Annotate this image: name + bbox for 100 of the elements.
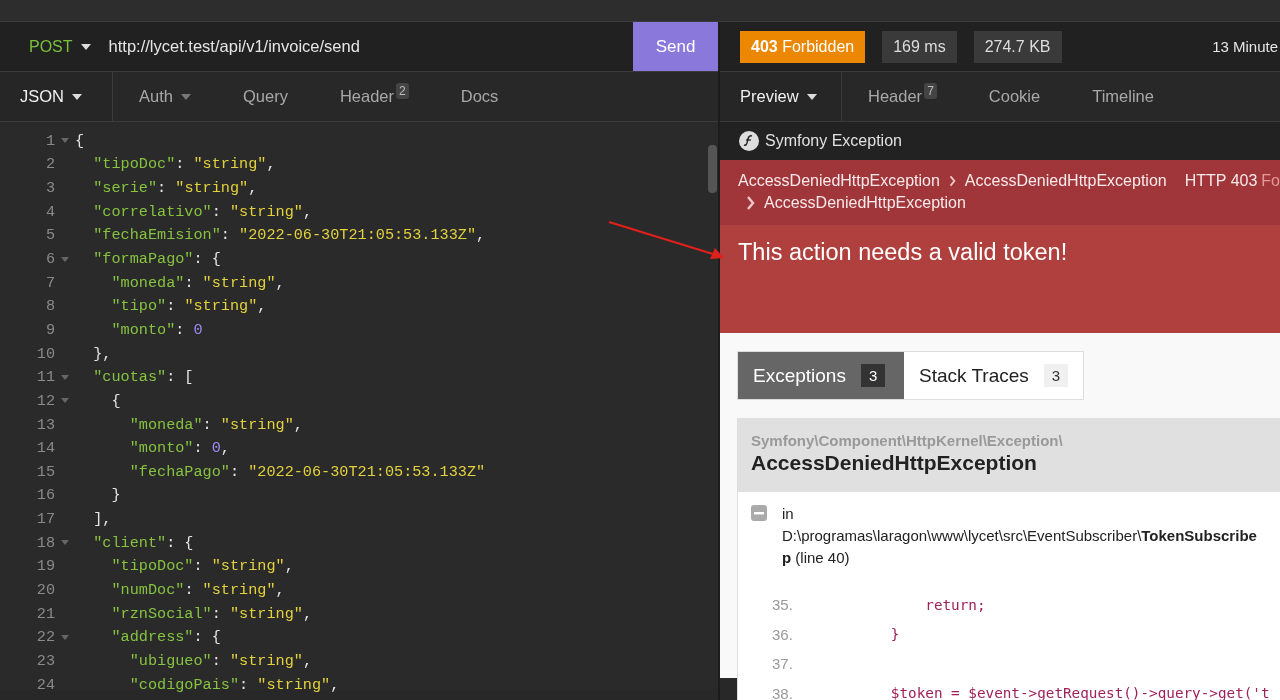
url-field[interactable]: http://lycet.test/api/v1/invoice/send bbox=[100, 37, 633, 56]
fold-icon bbox=[61, 138, 69, 144]
code-line: "tipoDoc": "string", bbox=[110, 557, 294, 576]
file-location: in bbox=[782, 504, 795, 524]
code-line: "fechaPago": "2022-06-30T21:05:53.133Z" bbox=[128, 462, 486, 481]
line-number: 14 bbox=[35, 439, 55, 458]
exception-message: This action needs a valid token! bbox=[738, 239, 1069, 266]
response-age: 13 Minute bbox=[1212, 38, 1278, 55]
line-number: 11 bbox=[35, 368, 55, 387]
caret-icon bbox=[180, 93, 191, 100]
line-number: 18 bbox=[35, 533, 55, 552]
count-badge: 7 bbox=[924, 82, 937, 99]
line-number: 38. bbox=[772, 684, 794, 700]
code-line: "ubigueo": "string", bbox=[128, 651, 312, 670]
code-line: } bbox=[889, 626, 900, 643]
code-line: return; bbox=[924, 596, 986, 613]
code-line: "client": { bbox=[92, 533, 194, 552]
count-badge: 2 bbox=[396, 82, 409, 99]
http-code: HTTP 403 bbox=[1184, 172, 1258, 190]
code-line: { bbox=[75, 131, 85, 150]
status-badge: 403 Forbidden bbox=[740, 30, 866, 63]
line-number: 36. bbox=[772, 625, 794, 643]
line-number: 6 bbox=[44, 250, 55, 268]
line-number: 20 bbox=[35, 581, 55, 599]
fold-icon bbox=[61, 634, 69, 640]
tab[interactable]: Header 2 bbox=[313, 72, 435, 121]
file-location: p (line 40) bbox=[782, 548, 851, 568]
code-line: ], bbox=[92, 510, 112, 529]
line-number: 17 bbox=[35, 510, 55, 529]
code-line: "cuotas": [ bbox=[92, 368, 194, 387]
line-number: 9 bbox=[44, 320, 55, 339]
collapse-icon bbox=[751, 505, 767, 521]
code-line: "moneda": "string", bbox=[128, 415, 303, 434]
breadcrumb-link[interactable]: AccessDeniedHttpException bbox=[738, 172, 940, 190]
line-number: 7 bbox=[44, 273, 55, 292]
tab[interactable]: Docs bbox=[434, 72, 525, 121]
size-badge: 274.7 KB bbox=[973, 30, 1062, 63]
line-number: 3 bbox=[44, 179, 55, 198]
line-number: 35. bbox=[772, 596, 794, 614]
tab[interactable]: Header 7 bbox=[842, 72, 963, 121]
code-line: "serie": "string", bbox=[92, 179, 258, 198]
line-number: 13 bbox=[35, 415, 55, 434]
exception-namespace: Symfony\Component\HttpKernel\Exception\ bbox=[751, 432, 1064, 449]
header-title: Symfony Exception bbox=[765, 132, 902, 150]
line-number: 24 bbox=[35, 675, 55, 694]
symfony-logo-icon bbox=[739, 131, 759, 151]
code-line: "rznSocial": "string", bbox=[110, 604, 312, 623]
scrollbar-thumb[interactable] bbox=[708, 145, 717, 193]
count-badge: 3 bbox=[1043, 364, 1069, 387]
line-number: 37. bbox=[772, 655, 794, 673]
fold-icon bbox=[61, 256, 69, 262]
code-line: "codigoPais": "string", bbox=[128, 675, 340, 694]
tab[interactable]: Cookie bbox=[962, 72, 1067, 121]
line-number: 8 bbox=[44, 297, 55, 316]
line-number: 5 bbox=[44, 226, 55, 245]
chevron-icon bbox=[948, 174, 956, 188]
code-line: "tipo": "string", bbox=[110, 297, 267, 316]
tab[interactable]: Auth bbox=[113, 72, 217, 121]
time-badge: 169 ms bbox=[882, 30, 957, 63]
fold-icon bbox=[61, 374, 69, 380]
line-number: 23 bbox=[35, 651, 55, 670]
line-number: 15 bbox=[35, 462, 55, 481]
code-line: "fechaEmision": "2022-06-30T21:05:53.133Z", bbox=[92, 226, 486, 245]
caret-icon bbox=[80, 43, 91, 50]
tab[interactable]: Query bbox=[216, 72, 314, 121]
line-number: 2 bbox=[44, 155, 55, 174]
line-number: 19 bbox=[35, 557, 55, 576]
line-number: 1 bbox=[44, 131, 55, 150]
code-line: } bbox=[110, 486, 121, 505]
line-number: 16 bbox=[35, 486, 55, 505]
code-line: }, bbox=[92, 344, 112, 363]
line-number: 10 bbox=[35, 344, 55, 363]
tab[interactable]: Timeline bbox=[1066, 72, 1180, 121]
code-line: "correlativo": "string", bbox=[92, 202, 312, 221]
code-line: { bbox=[110, 391, 121, 410]
code-line: "monto": 0 bbox=[110, 320, 203, 339]
tab[interactable]: Stack Traces 3 bbox=[904, 352, 1084, 399]
code-line: "monto": 0, bbox=[128, 439, 230, 458]
breadcrumb-link[interactable]: AccessDeniedHttpException bbox=[964, 172, 1167, 190]
caret-icon bbox=[806, 93, 817, 100]
code-line: "formaPago": { bbox=[92, 250, 221, 268]
line-number: 12 bbox=[35, 391, 55, 410]
count-badge: 3 bbox=[860, 364, 886, 387]
fold-icon bbox=[61, 540, 69, 546]
chevron-icon bbox=[746, 196, 755, 210]
tab[interactable]: Exceptions 3 bbox=[738, 352, 904, 399]
line-number: 4 bbox=[44, 202, 55, 221]
file-location: D:\programas\laragon\www\lycet\src\EventSubscriber\TokenSubscribe bbox=[782, 526, 1257, 546]
fold-icon bbox=[61, 398, 69, 404]
caret-icon bbox=[72, 93, 82, 100]
line-number: 22 bbox=[35, 628, 55, 647]
method-dropdown[interactable]: POST bbox=[0, 22, 101, 71]
code-line: "address": { bbox=[110, 628, 221, 647]
code-line: "tipoDoc": "string", bbox=[92, 155, 276, 174]
line-number: 21 bbox=[35, 604, 55, 623]
send-button[interactable]: Send bbox=[633, 22, 718, 71]
exception-class: AccessDeniedHttpException bbox=[751, 451, 1038, 475]
code-line: "numDoc": "string", bbox=[110, 581, 285, 599]
code-line: "moneda": "string", bbox=[110, 273, 285, 292]
breadcrumb-link[interactable]: AccessDeniedHttpException bbox=[764, 194, 966, 212]
